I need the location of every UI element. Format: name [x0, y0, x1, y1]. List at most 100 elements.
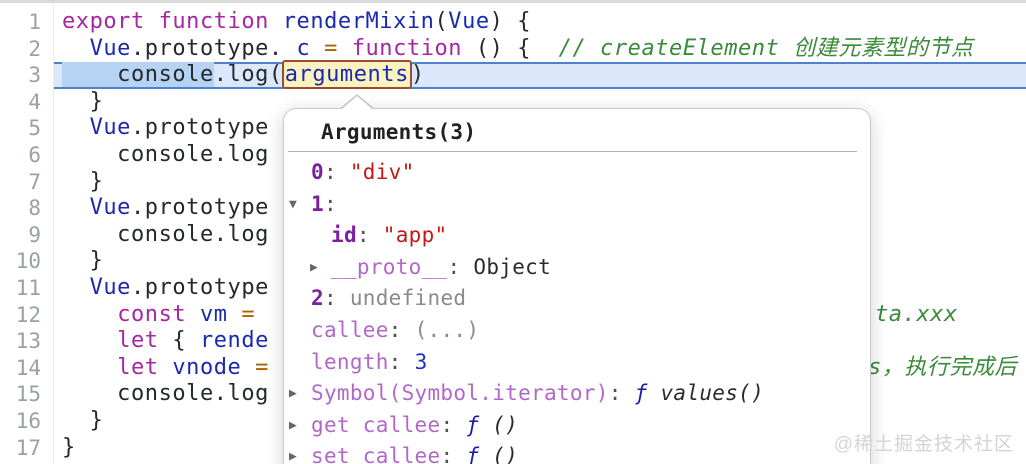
code-token: let — [117, 328, 159, 354]
property-row: ▼ 1: — [284, 189, 870, 221]
expand-icon[interactable]: ▶ — [310, 252, 328, 284]
property-row: ▶ set callee: ƒ () — [284, 441, 870, 464]
code-token: = — [255, 354, 269, 380]
property-token: length — [311, 349, 389, 374]
code-token: = — [324, 35, 338, 61]
property-token: : — [356, 223, 383, 248]
property-row: ▶ Symbol(Symbol.iterator): ƒ values() — [284, 378, 870, 410]
code-token: .prototype — [130, 115, 269, 141]
code-token: vnode — [172, 354, 242, 380]
line-number[interactable]: 1 — [0, 9, 41, 36]
expand-icon[interactable]: ▶ — [289, 441, 307, 464]
code-token: } — [62, 434, 76, 460]
line-number[interactable]: 3 — [0, 62, 41, 89]
watermark: @稀土掘金技术社区 — [833, 434, 1014, 455]
code-token: console.log — [62, 221, 269, 247]
object-preview-popup: Arguments(3) 0: "div" ▼ 1: id: "app" ▶ __prot… — [283, 94, 871, 464]
property-row: 0: "div" — [284, 157, 870, 189]
hovered-variable[interactable]: arguments — [281, 60, 412, 90]
line-number[interactable]: 9 — [0, 222, 41, 249]
property-token: : — [323, 160, 350, 184]
code-token: c — [296, 35, 311, 61]
code-token: Vue — [89, 274, 131, 300]
line-number[interactable]: 15 — [0, 381, 41, 408]
code-token: let — [117, 354, 159, 380]
property-token: __proto__ — [331, 254, 448, 279]
code-line: export function renderMixin(Vue) { — [54, 9, 1026, 36]
line-number-gutter: 1 2 3 4 5 6 7 8 9 10 11 12 13 14 15 16 17 — [0, 3, 54, 464]
property-token: callee — [311, 317, 389, 342]
line-number[interactable]: 4 — [0, 89, 41, 116]
code-token: .log( — [213, 62, 283, 88]
code-token: function — [351, 35, 463, 61]
property-token: : — [440, 444, 467, 464]
code-token: Vue — [89, 35, 131, 61]
property-token: ƒ — [466, 412, 480, 437]
code-token: .prototype — [130, 195, 269, 221]
code-token: console.log — [62, 381, 269, 407]
property-token: get callee — [311, 412, 441, 437]
line-number[interactable]: 12 — [0, 302, 41, 329]
code-editor-screen: 1 2 3 4 5 6 7 8 9 10 11 12 13 14 15 16 17 export functio… — [0, 0, 1026, 464]
property-token: : — [323, 191, 337, 216]
code-token: export function — [62, 9, 269, 34]
expand-icon[interactable]: ▶ — [289, 378, 307, 410]
comment-fragment: ta.xxx — [875, 301, 958, 327]
property-token: ƒ — [634, 381, 648, 406]
code-token: { — [158, 328, 200, 354]
line-number[interactable]: 13 — [0, 328, 41, 355]
property-token: (...) — [414, 317, 480, 342]
property-row: callee: (...) — [284, 315, 870, 347]
current-execution-line: console.log(arguments) — [54, 60, 1026, 90]
line-number[interactable]: 2 — [0, 36, 41, 63]
property-row: length: 3 — [284, 347, 870, 379]
property-list: 0: "div" ▼ 1: id: "app" ▶ __proto__: Object 2:… — [284, 157, 870, 464]
code-token: Vue — [89, 195, 131, 221]
code-token: rende — [199, 328, 269, 354]
expand-icon[interactable]: ▶ — [289, 410, 307, 442]
property-token: : — [440, 412, 467, 437]
collapse-icon[interactable]: ▼ — [289, 189, 307, 221]
line-number[interactable]: 14 — [0, 355, 41, 382]
code-token: } — [62, 168, 104, 194]
property-token: : — [608, 381, 635, 406]
popup-title: Arguments(3) — [321, 120, 477, 144]
line-number[interactable]: 7 — [0, 169, 41, 196]
selected-word: console — [62, 62, 214, 88]
property-token: 2 — [311, 286, 324, 311]
code-token: ( — [434, 9, 449, 34]
line-number[interactable]: 6 — [0, 142, 41, 169]
code-token: renderMixin — [282, 9, 435, 34]
line-number[interactable]: 10 — [0, 248, 41, 275]
code-token: = — [241, 301, 256, 327]
code-token: } — [62, 88, 104, 114]
property-token: : — [388, 317, 415, 342]
property-row: id: "app" — [284, 220, 870, 252]
line-number[interactable]: 16 — [0, 408, 41, 435]
code-token: } — [62, 407, 104, 433]
code-token: const — [117, 301, 187, 327]
property-token: Object — [473, 254, 552, 279]
code-token: // createElement 创建元素型的节点 — [558, 35, 974, 61]
line-number[interactable]: 5 — [0, 115, 41, 142]
property-token: values() — [647, 381, 765, 406]
property-row: ▶ get callee: ƒ () — [284, 410, 870, 442]
property-token: : — [388, 349, 415, 374]
code-token: ) — [410, 62, 425, 88]
code-token: ) { — [489, 9, 532, 34]
line-number[interactable]: 8 — [0, 195, 41, 222]
code-token: console.log — [62, 141, 269, 167]
line-number[interactable]: 17 — [0, 435, 41, 462]
line-number[interactable]: 11 — [0, 275, 41, 302]
property-row: 2: undefined — [284, 283, 870, 315]
property-token: set callee — [311, 444, 441, 464]
property-token: Symbol(Symbol.iterator) — [311, 381, 609, 406]
